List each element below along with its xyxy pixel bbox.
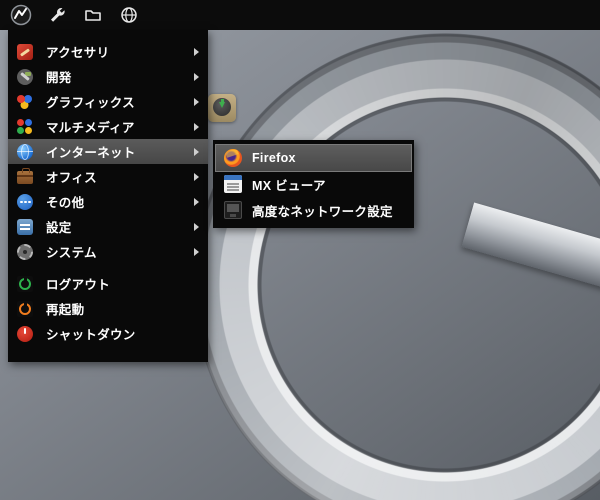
submenu-item-label: Firefox: [252, 151, 296, 165]
menu-item-accessories[interactable]: アクセサリ: [8, 39, 208, 64]
submenu-item-network-settings[interactable]: 高度なネットワーク設定: [216, 197, 411, 223]
settings-icon: [17, 219, 33, 235]
menu-item-system[interactable]: システム: [8, 239, 208, 264]
submenu-arrow-icon: [194, 98, 199, 106]
menu-item-label: 再起動: [46, 299, 199, 318]
menu-item-label: インターネット: [46, 142, 188, 161]
app-menu-button[interactable]: [9, 4, 32, 27]
submenu-arrow-icon: [194, 248, 199, 256]
submenu-arrow-icon: [194, 48, 199, 56]
folder-icon: [83, 5, 103, 25]
mx-viewer-icon: [224, 175, 242, 193]
menu-item-internet[interactable]: インターネット: [8, 139, 208, 164]
menu-item-label: ログアウト: [46, 274, 199, 293]
submenu-item-firefox[interactable]: Firefox: [216, 145, 411, 171]
firefox-icon: [224, 149, 242, 167]
development-icon: [17, 69, 33, 85]
graphics-icon: [17, 94, 33, 110]
menu-separator: [8, 264, 208, 271]
app-menu-logo-icon: [10, 4, 32, 26]
package-installer-icon[interactable]: [208, 94, 236, 122]
internet-icon: [17, 144, 33, 160]
submenu-arrow-icon: [194, 148, 199, 156]
system-icon: [17, 244, 33, 260]
download-arrow-icon: [219, 102, 225, 108]
menu-item-graphics[interactable]: グラフィックス: [8, 89, 208, 114]
menu-item-label: シャットダウン: [46, 324, 199, 343]
menu-item-label: オフィス: [46, 167, 188, 186]
submenu-arrow-icon: [194, 223, 199, 231]
wrench-icon: [47, 5, 67, 25]
menu-item-settings[interactable]: 設定: [8, 214, 208, 239]
submenu-arrow-icon: [194, 123, 199, 131]
internet-submenu: Firefox MX ビューア 高度なネットワーク設定: [213, 140, 414, 228]
menu-item-label: その他: [46, 192, 188, 211]
menu-item-office[interactable]: オフィス: [8, 164, 208, 189]
menu-item-multimedia[interactable]: マルチメディア: [8, 114, 208, 139]
submenu-arrow-icon: [194, 73, 199, 81]
logout-icon: [17, 276, 33, 292]
menu-item-label: 設定: [46, 217, 188, 236]
menu-item-label: グラフィックス: [46, 92, 188, 111]
submenu-item-label: MX ビューア: [252, 175, 326, 194]
taskbar: [0, 0, 600, 30]
network-settings-icon: [224, 201, 242, 219]
file-manager-button[interactable]: [81, 4, 104, 27]
other-icon: [17, 194, 33, 210]
submenu-item-mx-viewer[interactable]: MX ビューア: [216, 171, 411, 197]
menu-item-label: アクセサリ: [46, 42, 188, 61]
multimedia-icon: [17, 119, 33, 135]
menu-item-other[interactable]: その他: [8, 189, 208, 214]
tools-button[interactable]: [45, 4, 68, 27]
menu-item-logout[interactable]: ログアウト: [8, 271, 208, 296]
office-icon: [17, 171, 33, 184]
restart-icon: [17, 301, 33, 317]
globe-icon: [119, 5, 139, 25]
menu-item-shutdown[interactable]: シャットダウン: [8, 321, 208, 346]
shutdown-icon: [17, 326, 33, 342]
submenu-item-label: 高度なネットワーク設定: [252, 201, 393, 220]
submenu-arrow-icon: [194, 198, 199, 206]
menu-item-label: システム: [46, 242, 188, 261]
menu-item-label: 開発: [46, 67, 188, 86]
application-menu: アクセサリ 開発 グラフィックス マルチメディア インターネット オフィス: [8, 30, 208, 362]
menu-item-development[interactable]: 開発: [8, 64, 208, 89]
browser-button[interactable]: [117, 4, 140, 27]
accessories-icon: [17, 44, 33, 60]
submenu-arrow-icon: [194, 173, 199, 181]
menu-item-label: マルチメディア: [46, 117, 188, 136]
desktop: アクセサリ 開発 グラフィックス マルチメディア インターネット オフィス: [0, 0, 600, 500]
menu-item-restart[interactable]: 再起動: [8, 296, 208, 321]
